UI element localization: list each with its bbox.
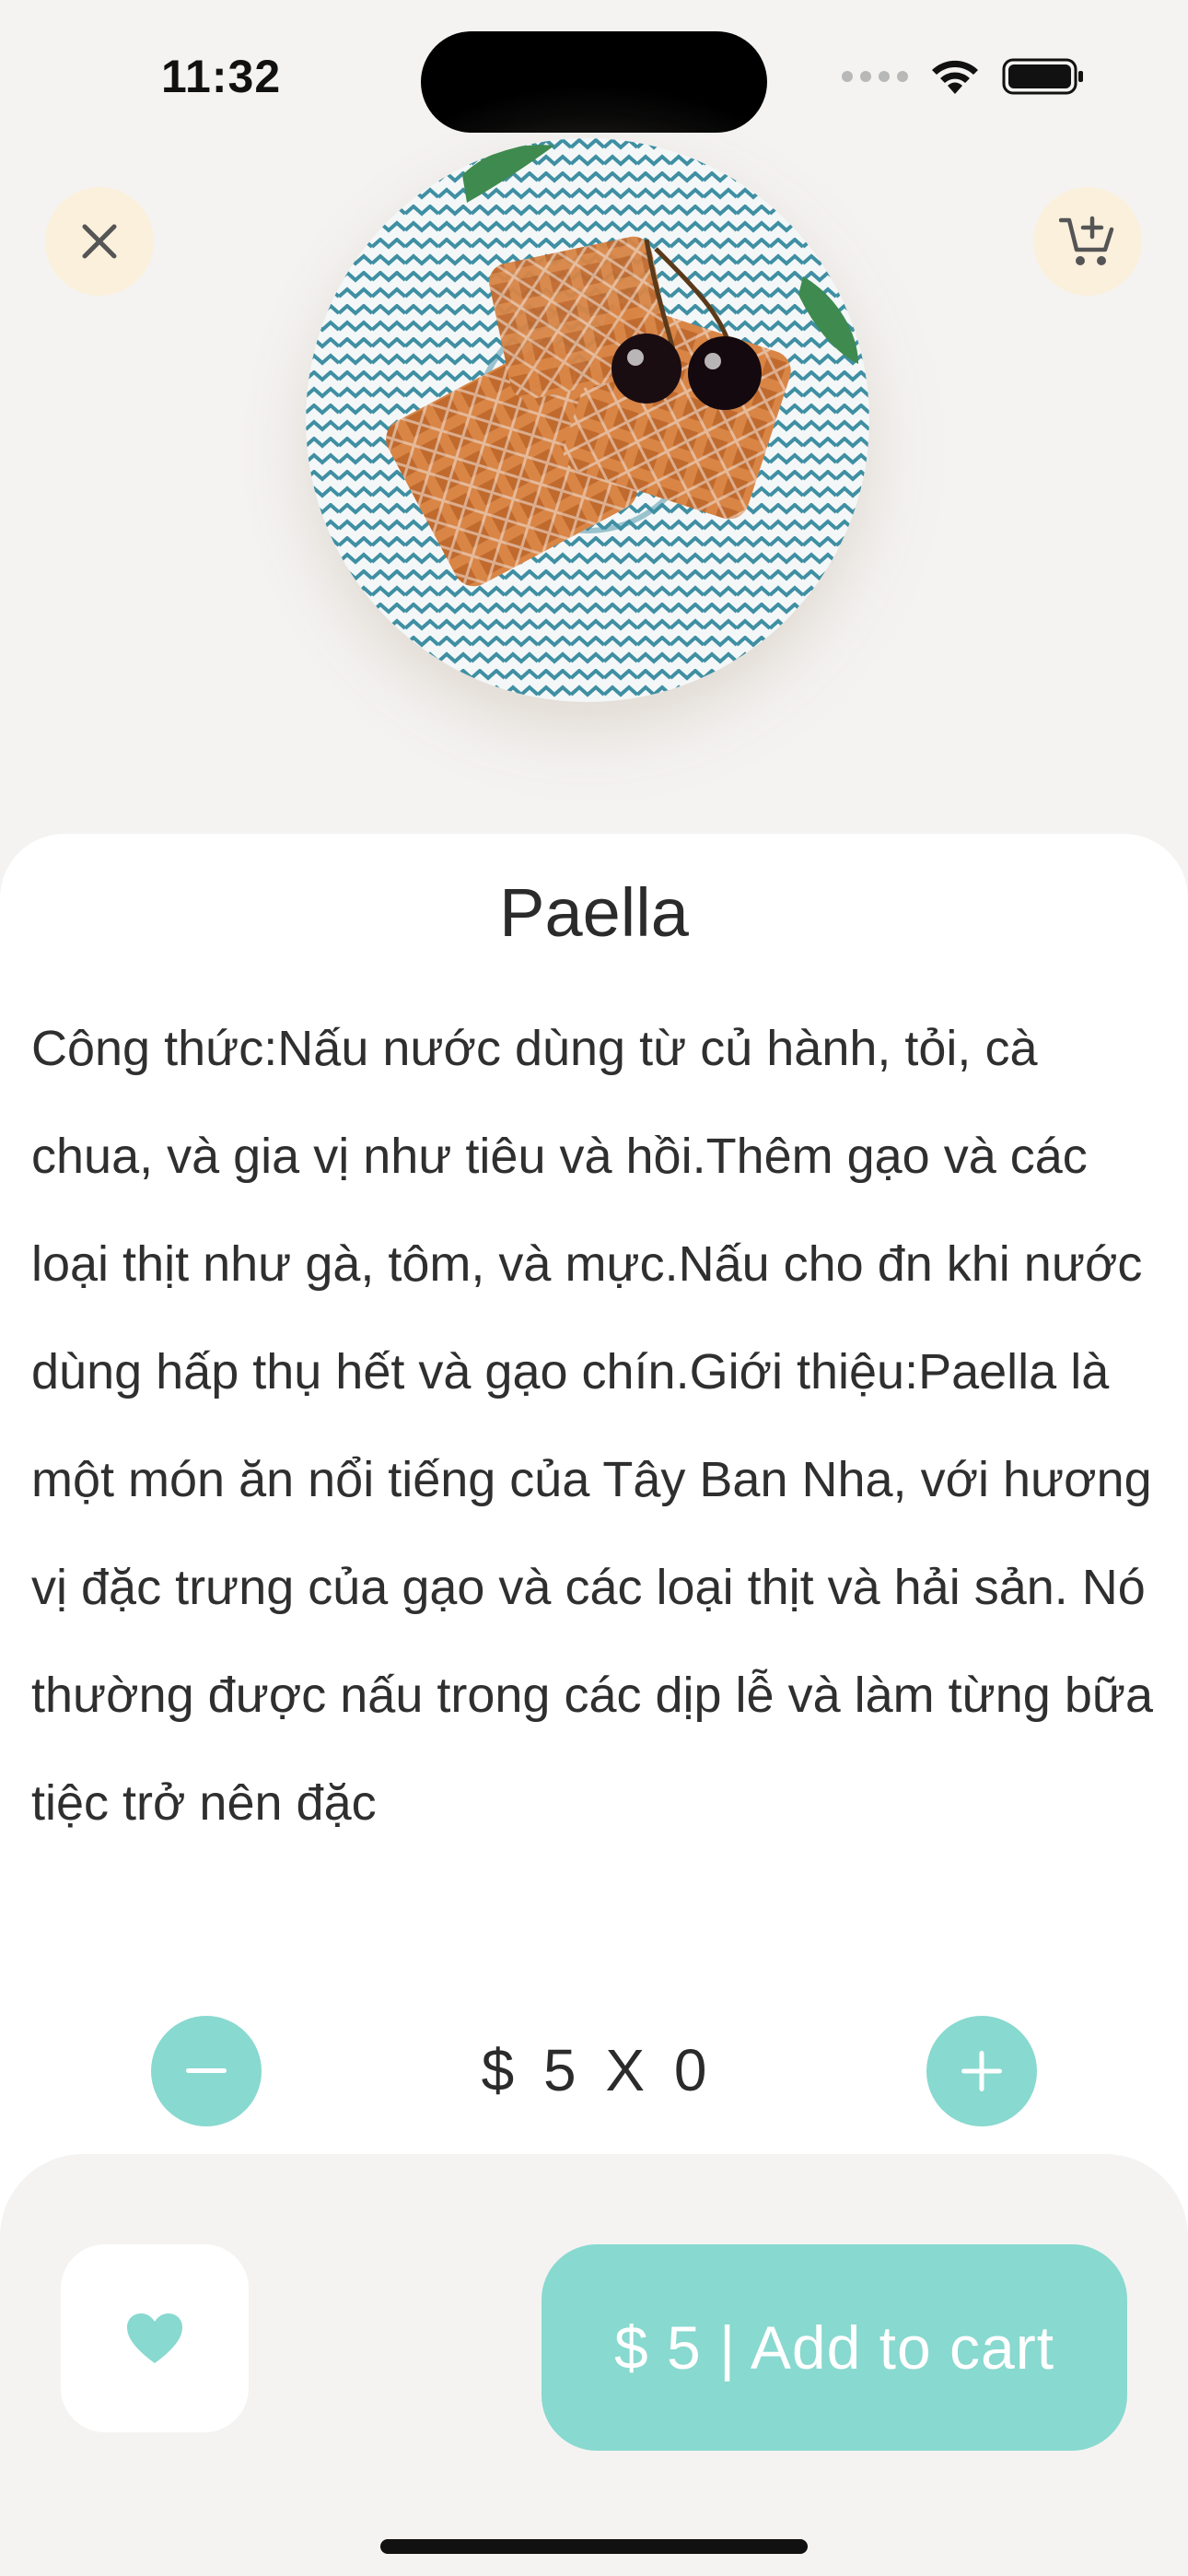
status-time: 11:32 bbox=[161, 51, 282, 102]
close-button[interactable] bbox=[45, 187, 154, 296]
dish-image bbox=[306, 138, 869, 702]
product-detail-screen: 11:32 Paella Công thức:Nấu nước dùng từ … bbox=[0, 0, 1188, 2576]
favorite-button[interactable] bbox=[61, 2244, 249, 2432]
status-icons bbox=[842, 57, 1085, 96]
product-description: Công thức:Nấu nước dùng từ củ hành, tỏi,… bbox=[31, 1021, 1154, 1831]
signal-icon bbox=[842, 71, 908, 82]
add-to-cart-button[interactable]: $ 5 | Add to cart bbox=[542, 2244, 1127, 2451]
quantity-stepper: $ 5 X 0 bbox=[0, 2016, 1188, 2126]
wifi-icon bbox=[932, 60, 978, 94]
add-to-cart-icon bbox=[1059, 216, 1114, 265]
close-icon bbox=[82, 224, 117, 259]
home-indicator bbox=[380, 2539, 808, 2554]
cart-button[interactable] bbox=[1033, 187, 1142, 296]
battery-icon bbox=[1002, 58, 1083, 95]
increase-quantity-button[interactable] bbox=[926, 2016, 1037, 2126]
plus-icon bbox=[961, 2051, 1002, 2091]
heart-icon bbox=[127, 2313, 182, 2363]
product-title: Paella bbox=[499, 874, 689, 951]
waffle-plate-illustration bbox=[306, 138, 869, 702]
